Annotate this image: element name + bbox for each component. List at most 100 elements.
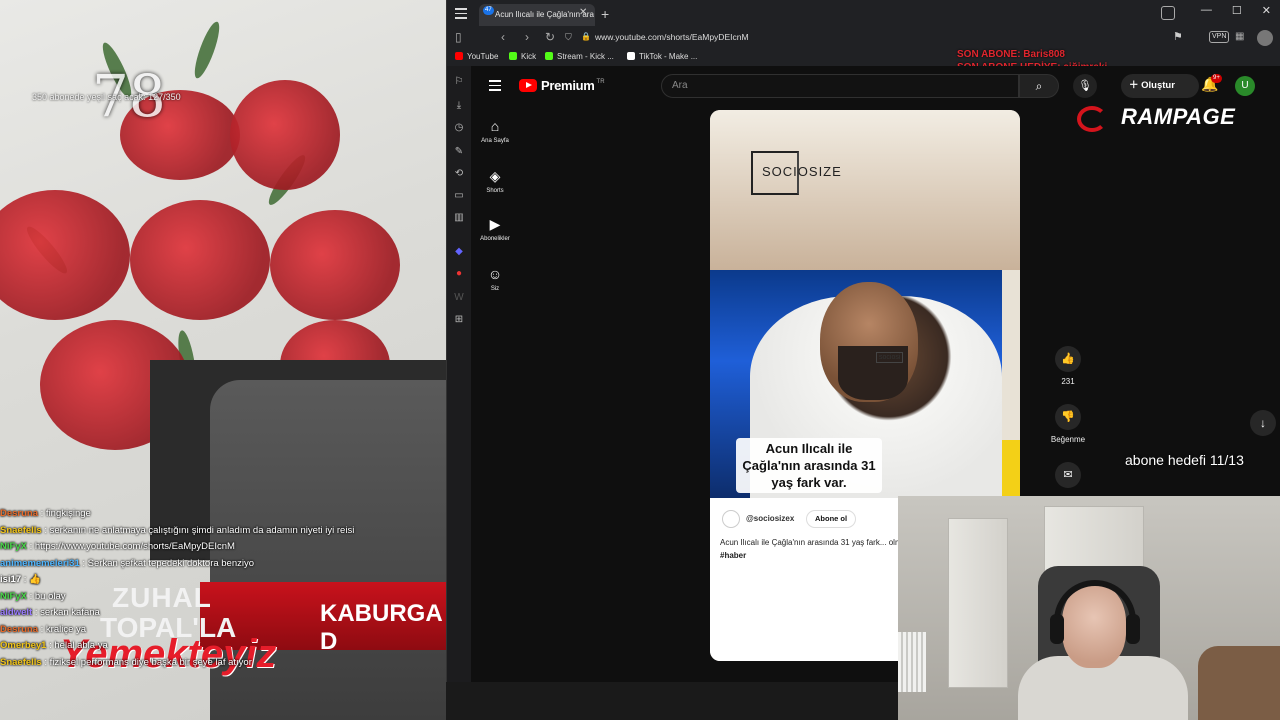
chat-username[interactable]: NiFyX: [0, 591, 27, 602]
webcam-feed: [898, 496, 1280, 720]
headset-earcup: [1126, 614, 1140, 644]
chat-username[interactable]: NiFyX: [0, 541, 27, 552]
chat-text: : Serkan şefkat tepedeki doktora benziyo: [82, 557, 255, 569]
address-bar: ▯ ‹ › ↻ ⛉ 🔒 www.youtube.com/shorts/EaMpy…: [447, 28, 1280, 48]
like-button[interactable]: 👍 231: [1043, 346, 1093, 386]
search-icon[interactable]: ⌕: [1019, 74, 1059, 98]
headset-earcup: [1050, 614, 1064, 644]
vpn-button[interactable]: VPN: [1209, 31, 1230, 43]
tab-close-icon[interactable]: ✕: [579, 4, 589, 22]
bookmark-stream-kick[interactable]: Stream - Kick ...: [545, 52, 614, 61]
create-button[interactable]: ＋ Oluştur: [1121, 74, 1199, 98]
sidebar-item-you[interactable]: ☺ Siz: [471, 266, 519, 292]
youtube-icon: [455, 52, 463, 60]
sub-goal-text: 350 abonede yeşil saç acak: 127/350: [32, 92, 181, 102]
downloads-icon[interactable]: ⤓: [453, 100, 465, 112]
tiktok-icon: [627, 52, 635, 60]
subscriptions-icon: ▶: [489, 216, 501, 232]
back-icon[interactable]: ‹: [501, 30, 505, 44]
youtube-logo[interactable]: Premium TR: [519, 78, 605, 93]
yt-menu-icon[interactable]: [489, 80, 501, 91]
chat-username[interactable]: Snaefells: [0, 657, 42, 668]
maximize-button[interactable]: ☐: [1232, 4, 1242, 17]
chat-username[interactable]: isi17: [0, 574, 21, 585]
user-avatar[interactable]: U: [1235, 76, 1255, 96]
chat-username[interactable]: Desruna: [0, 624, 38, 635]
new-tab-button[interactable]: +: [601, 6, 609, 22]
sidebar-toggle-icon[interactable]: ▯: [455, 30, 462, 44]
chat-message: Snaefells : fiziksel performans diye baş…: [0, 655, 300, 672]
vivaldi-icon[interactable]: ●: [453, 268, 465, 280]
bookmark-youtube[interactable]: YouTube: [455, 52, 498, 61]
url-field[interactable]: www.youtube.com/shorts/EaMpyDEIcnM: [595, 32, 749, 42]
bookmark-kick[interactable]: Kick: [509, 52, 536, 61]
close-button[interactable]: ✕: [1262, 4, 1271, 17]
chat-text: : kraliçe ya: [40, 623, 87, 635]
bookmarks-icon[interactable]: ⚐: [453, 76, 465, 88]
chat-message: NiFyX : https://www.youtube.com/shorts/E…: [0, 539, 300, 556]
flower: [230, 80, 340, 190]
reader-icon[interactable]: ▥: [453, 212, 465, 224]
forward-icon[interactable]: ›: [525, 30, 529, 44]
bookmarks-bar: YouTube Kick Stream - Kick ... TikTok - …: [447, 48, 1280, 66]
history-icon[interactable]: ◷: [453, 122, 465, 134]
video-caption: Acun Ilıcalı ile Çağla'nın arasında 31 y…: [736, 438, 882, 493]
kick-icon: [509, 52, 517, 60]
wikipedia-icon[interactable]: W: [453, 292, 465, 304]
chat-text: : fiziksel performans diye başka bir şey…: [44, 656, 252, 668]
home-icon: ⌂: [490, 118, 500, 134]
armchair: [1198, 646, 1280, 720]
chat-text: : serkanın ne anlatmaya çalıştığını şimd…: [44, 524, 355, 536]
comments-button[interactable]: ✉: [1043, 462, 1093, 488]
last-subscriber: SON ABONE: Baris808: [957, 49, 1065, 60]
title-bar: 47 Acun Ilıcalı ile Çağla'nın ara ✕ + — …: [447, 0, 1280, 28]
dislike-button[interactable]: 👎 Beğenme: [1043, 404, 1093, 444]
microphone-icon[interactable]: 🎙: [1073, 74, 1097, 98]
chat-username[interactable]: animememeleri31: [0, 558, 80, 569]
tab-manager-icon[interactable]: [1161, 6, 1175, 20]
mastodon-icon[interactable]: ◆: [453, 246, 465, 258]
chat-text: : https://www.youtube.com/shorts/EaMpyDE…: [29, 541, 235, 552]
flower: [130, 200, 270, 320]
chat-username[interactable]: Snaefells: [0, 525, 42, 536]
dislike-label: Beğenme: [1050, 435, 1086, 444]
shield-icon[interactable]: ⛉: [565, 32, 572, 43]
chat-text: : helal abla ya: [49, 640, 108, 651]
logo-text: Premium: [541, 78, 595, 93]
channel-handle[interactable]: @sociosizex: [746, 514, 794, 523]
sidebar-item-subscriptions[interactable]: ▶ Abonelikler: [471, 216, 519, 242]
bookmark-icon[interactable]: ⚑: [1173, 30, 1183, 43]
channel-avatar[interactable]: [722, 510, 740, 528]
subscriber-goal: abone hedefi 11/13: [1125, 452, 1244, 468]
chat-message: NiFyX : bu olay: [0, 589, 300, 606]
next-short-arrow-icon[interactable]: ↓: [1250, 410, 1276, 436]
chat-username[interactable]: Desruna: [0, 508, 38, 519]
minimize-button[interactable]: —: [1201, 4, 1212, 17]
video-watermark: sociosi: [876, 352, 904, 363]
sidebar-item-home[interactable]: ⌂ Ana Sayfa: [471, 118, 519, 144]
browser-tab[interactable]: 47 Acun Ilıcalı ile Çağla'nın ara: [479, 4, 595, 26]
door: [948, 518, 1008, 688]
extensions-icon[interactable]: ▦: [1235, 31, 1244, 42]
reload-icon[interactable]: ↻: [545, 30, 555, 44]
sidebar-item-shorts[interactable]: ◈ Shorts: [471, 168, 519, 194]
bookmark-tiktok[interactable]: TikTok - Make ...: [627, 52, 697, 61]
chat-text: : fingkişinge: [40, 508, 91, 519]
thumbs-down-icon: 👎: [1055, 404, 1081, 430]
calendar-icon[interactable]: ▭: [453, 190, 465, 202]
chat-message: Omerbey1 : helal abla ya: [0, 638, 300, 655]
profile-avatar[interactable]: [1257, 30, 1273, 46]
chat-username[interactable]: aldwelt: [0, 607, 32, 618]
add-panel-icon[interactable]: ⊞: [453, 314, 465, 326]
chat-message: animememeleri31 : Serkan şefkat tepedeki…: [0, 556, 300, 573]
youtube-play-icon: [519, 79, 537, 92]
subscribe-button[interactable]: Abone ol: [806, 510, 857, 528]
chat-text: : 👍: [23, 574, 41, 585]
flower: [0, 190, 130, 320]
chat-username[interactable]: Omerbey1: [0, 640, 46, 651]
translate-icon[interactable]: ⟲: [453, 168, 465, 180]
search-input[interactable]: Ara: [661, 74, 1019, 98]
notes-icon[interactable]: ✎: [453, 146, 465, 158]
browser-menu-icon[interactable]: [455, 8, 467, 19]
kick-icon: [545, 52, 553, 60]
